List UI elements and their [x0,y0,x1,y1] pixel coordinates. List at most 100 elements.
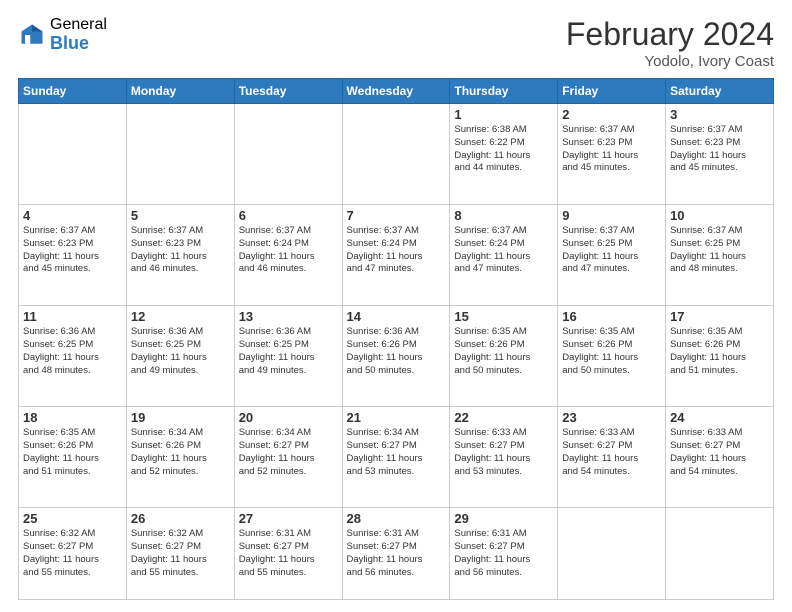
day-info: Sunrise: 6:31 AM Sunset: 6:27 PM Dayligh… [239,528,338,579]
day-number: 8 [454,208,553,223]
calendar-cell: 26 Sunrise: 6:32 AM Sunset: 6:27 PM Dayli… [126,508,234,600]
day-info: Sunrise: 6:33 AM Sunset: 6:27 PM Dayligh… [670,427,769,478]
calendar-cell: 5Sunrise: 6:37 AM Sunset: 6:23 PM Daylig… [126,205,234,306]
day-number: 18 [23,410,122,425]
calendar-cell: 9 Sunrise: 6:37 AM Sunset: 6:25 PM Daylig… [558,205,666,306]
day-info: Sunrise: 6:36 AM Sunset: 6:26 PM Dayligh… [347,326,446,377]
calendar-cell: 29 Sunrise: 6:31 AM Sunset: 6:27 PM Dayli… [450,508,558,600]
day-info: Sunrise: 6:34 AM Sunset: 6:27 PM Dayligh… [347,427,446,478]
day-number: 17 [670,309,769,324]
day-info: Sunrise: 6:37 AM Sunset: 6:24 PM Dayligh… [454,225,553,276]
day-number: 10 [670,208,769,223]
day-number: 26 [131,511,230,526]
day-info: Sunrise: 6:38 AM Sunset: 6:22 PM Dayligh… [454,124,553,175]
calendar-cell: 27 Sunrise: 6:31 AM Sunset: 6:27 PM Dayli… [234,508,342,600]
page: General Blue February 2024 Yodolo, Ivory… [0,0,792,612]
day-number: 11 [23,309,122,324]
day-number: 29 [454,511,553,526]
col-saturday: Saturday [666,79,774,104]
calendar-cell: 20 Sunrise: 6:34 AM Sunset: 6:27 PM Dayli… [234,407,342,508]
calendar-cell: 23Sunrise: 6:33 AM Sunset: 6:27 PM Dayli… [558,407,666,508]
day-info: Sunrise: 6:36 AM Sunset: 6:25 PM Dayligh… [23,326,122,377]
calendar-cell [234,104,342,205]
calendar-cell [126,104,234,205]
calendar-cell: 2Sunrise: 6:37 AM Sunset: 6:23 PM Daylig… [558,104,666,205]
day-number: 6 [239,208,338,223]
logo-blue: Blue [50,34,107,54]
col-wednesday: Wednesday [342,79,450,104]
day-info: Sunrise: 6:37 AM Sunset: 6:24 PM Dayligh… [347,225,446,276]
calendar-cell: 1 Sunrise: 6:38 AM Sunset: 6:22 PM Daylig… [450,104,558,205]
day-info: Sunrise: 6:37 AM Sunset: 6:25 PM Dayligh… [562,225,661,276]
col-friday: Friday [558,79,666,104]
day-info: Sunrise: 6:37 AM Sunset: 6:25 PM Dayligh… [670,225,769,276]
calendar-row-1: 4 Sunrise: 6:37 AM Sunset: 6:23 PM Daylig… [19,205,774,306]
col-monday: Monday [126,79,234,104]
calendar-cell: 19Sunrise: 6:34 AM Sunset: 6:26 PM Dayli… [126,407,234,508]
day-number: 3 [670,107,769,122]
day-info: Sunrise: 6:35 AM Sunset: 6:26 PM Dayligh… [454,326,553,377]
calendar-cell: 4 Sunrise: 6:37 AM Sunset: 6:23 PM Daylig… [19,205,127,306]
day-number: 24 [670,410,769,425]
calendar-title: February 2024 [566,16,774,53]
day-number: 1 [454,107,553,122]
calendar-cell: 22 Sunrise: 6:33 AM Sunset: 6:27 PM Dayli… [450,407,558,508]
day-number: 22 [454,410,553,425]
calendar-cell: 18 Sunrise: 6:35 AM Sunset: 6:26 PM Dayli… [19,407,127,508]
day-info: Sunrise: 6:32 AM Sunset: 6:27 PM Dayligh… [131,528,230,579]
calendar-cell: 12Sunrise: 6:36 AM Sunset: 6:25 PM Dayli… [126,306,234,407]
calendar-cell: 10 Sunrise: 6:37 AM Sunset: 6:25 PM Dayli… [666,205,774,306]
day-info: Sunrise: 6:35 AM Sunset: 6:26 PM Dayligh… [23,427,122,478]
day-number: 21 [347,410,446,425]
day-number: 23 [562,410,661,425]
logo-text: General Blue [50,16,107,53]
day-number: 20 [239,410,338,425]
calendar-cell [666,508,774,600]
day-number: 9 [562,208,661,223]
day-number: 15 [454,309,553,324]
col-tuesday: Tuesday [234,79,342,104]
day-info: Sunrise: 6:37 AM Sunset: 6:23 PM Dayligh… [23,225,122,276]
logo: General Blue [18,16,107,53]
col-thursday: Thursday [450,79,558,104]
day-number: 4 [23,208,122,223]
day-number: 27 [239,511,338,526]
header: General Blue February 2024 Yodolo, Ivory… [18,16,774,70]
day-info: Sunrise: 6:31 AM Sunset: 6:27 PM Dayligh… [347,528,446,579]
day-info: Sunrise: 6:31 AM Sunset: 6:27 PM Dayligh… [454,528,553,579]
calendar-cell: 17 Sunrise: 6:35 AM Sunset: 6:26 PM Dayli… [666,306,774,407]
calendar-cell: 16Sunrise: 6:35 AM Sunset: 6:26 PM Dayli… [558,306,666,407]
calendar-cell [558,508,666,600]
calendar-cell [342,104,450,205]
calendar-cell: 13 Sunrise: 6:36 AM Sunset: 6:25 PM Dayli… [234,306,342,407]
calendar-subtitle: Yodolo, Ivory Coast [566,53,774,70]
day-info: Sunrise: 6:36 AM Sunset: 6:25 PM Dayligh… [239,326,338,377]
calendar-cell: 15 Sunrise: 6:35 AM Sunset: 6:26 PM Dayli… [450,306,558,407]
day-number: 13 [239,309,338,324]
title-block: February 2024 Yodolo, Ivory Coast [566,16,774,70]
calendar-cell: 24 Sunrise: 6:33 AM Sunset: 6:27 PM Dayli… [666,407,774,508]
day-number: 7 [347,208,446,223]
day-number: 28 [347,511,446,526]
day-info: Sunrise: 6:37 AM Sunset: 6:23 PM Dayligh… [670,124,769,175]
calendar-cell [19,104,127,205]
logo-general: General [50,16,107,34]
logo-icon [18,21,46,49]
calendar-cell: 25Sunrise: 6:32 AM Sunset: 6:27 PM Dayli… [19,508,127,600]
calendar-cell: 7 Sunrise: 6:37 AM Sunset: 6:24 PM Daylig… [342,205,450,306]
day-info: Sunrise: 6:33 AM Sunset: 6:27 PM Dayligh… [454,427,553,478]
day-info: Sunrise: 6:35 AM Sunset: 6:26 PM Dayligh… [670,326,769,377]
calendar-cell: 6 Sunrise: 6:37 AM Sunset: 6:24 PM Daylig… [234,205,342,306]
calendar-row-4: 25Sunrise: 6:32 AM Sunset: 6:27 PM Dayli… [19,508,774,600]
calendar-table: Sunday Monday Tuesday Wednesday Thursday… [18,78,774,600]
day-number: 14 [347,309,446,324]
day-info: Sunrise: 6:34 AM Sunset: 6:27 PM Dayligh… [239,427,338,478]
day-info: Sunrise: 6:37 AM Sunset: 6:23 PM Dayligh… [562,124,661,175]
calendar-row-3: 18 Sunrise: 6:35 AM Sunset: 6:26 PM Dayli… [19,407,774,508]
calendar-cell: 11 Sunrise: 6:36 AM Sunset: 6:25 PM Dayli… [19,306,127,407]
calendar-header-row: Sunday Monday Tuesday Wednesday Thursday… [19,79,774,104]
calendar-cell: 3 Sunrise: 6:37 AM Sunset: 6:23 PM Daylig… [666,104,774,205]
day-info: Sunrise: 6:35 AM Sunset: 6:26 PM Dayligh… [562,326,661,377]
day-info: Sunrise: 6:37 AM Sunset: 6:24 PM Dayligh… [239,225,338,276]
calendar-row-2: 11 Sunrise: 6:36 AM Sunset: 6:25 PM Dayli… [19,306,774,407]
